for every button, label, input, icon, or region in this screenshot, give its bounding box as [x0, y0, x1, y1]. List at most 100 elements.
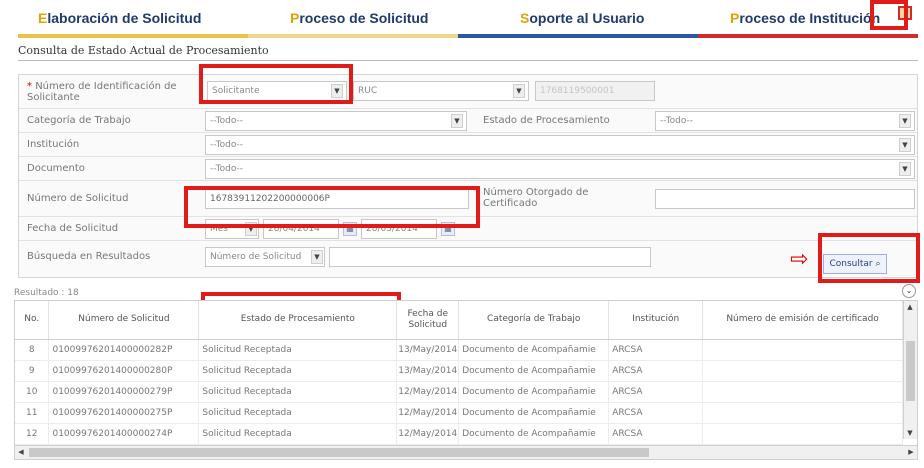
- id-doc-value: RUC: [358, 86, 378, 96]
- table-row[interactable]: 11 0100997620140000027​5P Solicitud Rece…: [15, 402, 903, 424]
- cell-fecha: 12/May/2014: [396, 423, 460, 445]
- cell-estado: Solicitud Receptada: [198, 402, 398, 424]
- chevron-down-icon[interactable]: ⌄: [902, 284, 916, 298]
- tab-first-letter: P: [730, 10, 740, 26]
- num-cert-label: Número Otorgado de Certificado: [483, 187, 589, 209]
- tab-proceso-de-solicitud[interactable]: Proceso de Solicitud: [290, 10, 428, 26]
- scroll-thumb[interactable]: [29, 448, 649, 457]
- table-row[interactable]: 12 0100997620140000027​4P Solicitud Rece…: [15, 423, 903, 445]
- cell-num-emision: [702, 360, 903, 382]
- form-row-categoria: Categoría de Trabajo --Todo-- ▼ Estado d…: [19, 109, 917, 133]
- scroll-left-icon[interactable]: ◀: [15, 446, 27, 458]
- calendar-icon[interactable]: ▦: [343, 222, 357, 236]
- cell-num-emision: [702, 402, 903, 424]
- chevron-down-icon[interactable]: ▼: [311, 250, 323, 264]
- calendar-icon[interactable]: ▦: [441, 222, 455, 236]
- tab-label: laboración de Solicitud: [47, 10, 202, 26]
- cell-num-emision: [702, 381, 903, 403]
- estado-value: --Todo--: [660, 116, 694, 126]
- tab-underline: [458, 34, 698, 38]
- chevron-down-icon[interactable]: ▼: [331, 84, 343, 98]
- tab-label: roceso de Solicitud: [299, 10, 429, 26]
- identificacion-label-text: Número de Identificación de Solicitante: [27, 81, 177, 103]
- cell-institucion: ARCSA: [608, 339, 704, 361]
- busqueda-input[interactable]: [329, 247, 651, 267]
- fecha-from-value: 28/04/2014: [268, 224, 320, 234]
- vertical-scrollbar[interactable]: ▲ ▼: [903, 301, 917, 439]
- horizontal-scrollbar[interactable]: ◀ ▶: [15, 445, 917, 459]
- tab-label: roceso de Institución: [739, 10, 881, 26]
- tab-first-letter: S: [520, 10, 530, 26]
- column-header-categoria[interactable]: Categoría de Trabajo: [458, 301, 610, 340]
- scroll-thumb[interactable]: [906, 341, 915, 401]
- arrow-right-icon: ⇨: [790, 247, 809, 272]
- form-row-documento: Documento --Todo-- ▼: [19, 157, 917, 181]
- tab-underline: [18, 34, 248, 38]
- cell-categoria: Documento de Acompañamie: [458, 339, 610, 361]
- cell-numero-solicitud[interactable]: 0100997620140000028​2P: [48, 339, 200, 361]
- tab-proceso-de-institucion[interactable]: Proceso de Institución: [730, 10, 880, 26]
- column-header-no[interactable]: No.: [15, 301, 50, 340]
- consultar-button[interactable]: Consultar ⌕: [823, 254, 887, 274]
- form-row-institucion: Institución --Todo-- ▼: [19, 133, 917, 157]
- scroll-right-icon[interactable]: ▶: [905, 446, 917, 458]
- table-row[interactable]: 8 0100997620140000028​2P Solicitud Recep…: [15, 339, 903, 361]
- scroll-down-icon[interactable]: ▼: [904, 427, 916, 439]
- identificacion-label: * Número de Identificación de Solicitant…: [27, 81, 197, 103]
- cell-no: 10: [15, 381, 50, 403]
- cell-numero-solicitud[interactable]: 0100997620140000028​0P: [48, 360, 200, 382]
- results-table: No. Número de Solicitud Estado de Proces…: [14, 300, 918, 460]
- categoria-select[interactable]: --Todo--: [205, 111, 467, 131]
- num-solicitud-input[interactable]: 16783911202200000006P: [205, 189, 469, 209]
- institucion-select[interactable]: --Todo--: [205, 135, 915, 155]
- top-nav: Elaboración de Solicitud Proceso de Soli…: [0, 0, 924, 40]
- chevron-down-icon[interactable]: ▼: [899, 162, 911, 176]
- estado-select[interactable]: --Todo--: [655, 111, 915, 131]
- institucion-label: Institución: [27, 139, 80, 150]
- fecha-period-value: Mes: [210, 224, 228, 234]
- documento-select[interactable]: --Todo--: [205, 159, 915, 179]
- cell-no: 9: [15, 360, 50, 382]
- busqueda-field-value: Número de Solicitud: [210, 252, 302, 262]
- column-header-fecha[interactable]: Fecha de Solicitud: [396, 301, 460, 340]
- id-doc-select[interactable]: RUC: [353, 81, 529, 101]
- id-number-field[interactable]: 1768119500001: [535, 81, 655, 101]
- categoria-label: Categoría de Trabajo: [27, 115, 131, 126]
- grid-menu-icon[interactable]: [898, 6, 912, 20]
- chevron-down-icon[interactable]: ▼: [451, 114, 463, 128]
- busqueda-field-select[interactable]: Número de Solicitud: [205, 247, 325, 267]
- cell-estado: Solicitud Receptada: [198, 339, 398, 361]
- consultar-label: Consultar: [829, 259, 873, 269]
- cell-categoria: Documento de Acompañamie: [458, 423, 610, 445]
- cell-fecha: 13/May/2014: [396, 360, 460, 382]
- search-icon: ⌕: [875, 259, 881, 269]
- column-header-numero-solicitud[interactable]: Número de Solicitud: [48, 301, 200, 340]
- divider: [18, 60, 918, 61]
- tab-underline: [248, 34, 458, 38]
- form-row-identificacion: * Número de Identificación de Solicitant…: [19, 75, 917, 109]
- chevron-down-icon[interactable]: ▼: [899, 138, 911, 152]
- fecha-from-input[interactable]: 28/04/2014: [263, 219, 339, 239]
- chevron-down-icon[interactable]: ▼: [899, 114, 911, 128]
- chevron-down-icon[interactable]: ▼: [513, 84, 525, 98]
- tab-underline: [698, 34, 918, 38]
- column-header-estado[interactable]: Estado de Procesamiento: [198, 301, 398, 340]
- num-solicitud-value: 16783911202200000006P: [210, 194, 330, 204]
- fecha-to-input[interactable]: 28/05/2014: [361, 219, 437, 239]
- column-header-institucion[interactable]: Institución: [608, 301, 704, 340]
- scroll-up-icon[interactable]: ▲: [904, 301, 916, 313]
- id-type-select[interactable]: Solicitante: [207, 81, 347, 101]
- cell-institucion: ARCSA: [608, 360, 704, 382]
- tab-elaboracion-de-solicitud[interactable]: Elaboración de Solicitud: [38, 10, 201, 26]
- chevron-down-icon[interactable]: ▼: [245, 222, 257, 236]
- tab-soporte-al-usuario[interactable]: Soporte al Usuario: [520, 10, 644, 26]
- table-row[interactable]: 9 0100997620140000028​0P Solicitud Recep…: [15, 360, 903, 382]
- cell-numero-solicitud[interactable]: 0100997620140000027​5P: [48, 402, 200, 424]
- cell-numero-solicitud[interactable]: 0100997620140000027​9P: [48, 381, 200, 403]
- column-header-num-emision[interactable]: Número de emisión de certificado: [702, 301, 903, 340]
- cell-numero-solicitud[interactable]: 0100997620140000027​4P: [48, 423, 200, 445]
- documento-value: --Todo--: [210, 164, 244, 174]
- num-cert-input[interactable]: [655, 189, 915, 209]
- results-count: Resultado : 18: [14, 288, 79, 298]
- table-row[interactable]: 10 0100997620140000027​9P Solicitud Rece…: [15, 381, 903, 403]
